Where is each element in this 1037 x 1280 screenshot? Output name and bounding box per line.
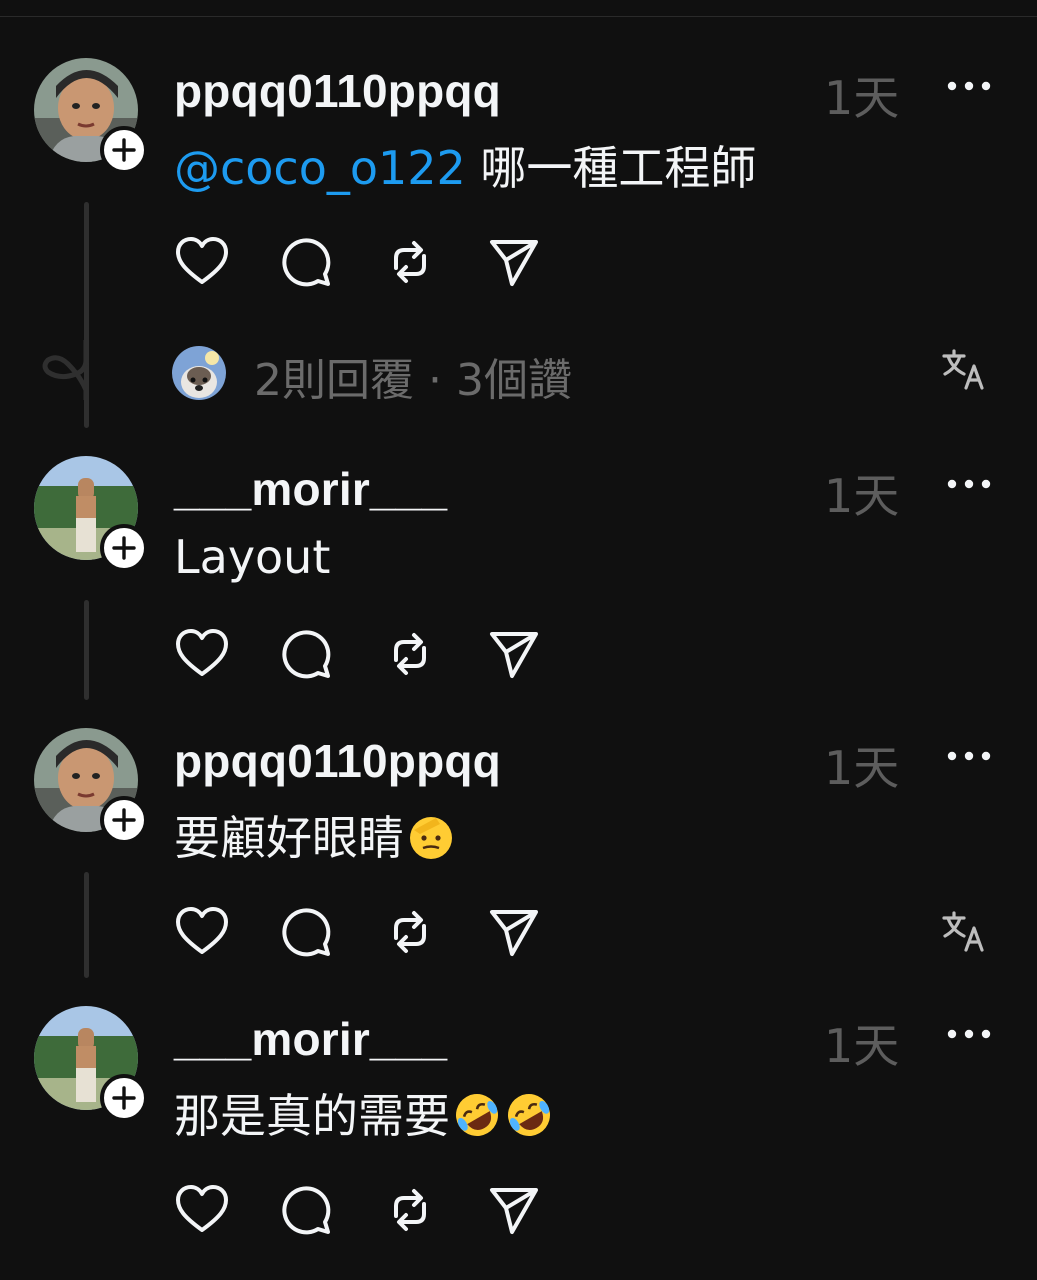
send-icon (490, 1188, 538, 1234)
translate-icon (942, 349, 984, 390)
comment-icon (282, 1186, 331, 1235)
repost-icon (394, 241, 426, 283)
comment-icon (282, 908, 331, 957)
more-icon (947, 1029, 991, 1039)
plus-icon (112, 1086, 136, 1110)
thread-curl-icon (42, 340, 89, 400)
timestamp: 1天 (824, 741, 900, 795)
plus-icon (112, 536, 136, 560)
reply-button[interactable] (276, 902, 336, 962)
repost-icon (394, 633, 426, 675)
heart-icon (176, 237, 228, 284)
plus-icon (112, 808, 136, 832)
plus-icon (112, 138, 136, 162)
comment-body: 哪一種工程師 (465, 141, 757, 195)
send-icon (490, 632, 538, 678)
follow-button[interactable] (100, 524, 148, 572)
timestamp: 1天 (824, 71, 900, 125)
more-icon (947, 81, 991, 91)
more-icon (947, 479, 991, 489)
like-button[interactable] (172, 232, 232, 292)
rolling-on-floor-laughing-emoji (456, 1094, 498, 1136)
replies-likes-summary[interactable]: 2則回覆 · 3個讚 (254, 344, 572, 408)
repost-icon (394, 911, 426, 953)
follow-button[interactable] (100, 796, 148, 844)
reply-button[interactable] (276, 232, 336, 292)
reply-button[interactable] (276, 624, 336, 684)
heart-icon (176, 1185, 228, 1232)
more-button[interactable] (944, 464, 994, 504)
more-button[interactable] (944, 1014, 994, 1054)
comment-text: @coco_o122 哪一種工程師 (174, 132, 756, 198)
comment-text: 那是真的需要 (174, 1080, 554, 1146)
share-button[interactable] (484, 902, 544, 962)
comment-icon (282, 630, 331, 679)
comment-body: 要顧好眼睛 (174, 811, 404, 865)
send-icon (490, 240, 538, 286)
thread-line (84, 872, 89, 978)
comment-body: Layout (174, 530, 331, 584)
repost-button[interactable] (380, 624, 440, 684)
saluting-face-emoji (410, 817, 452, 859)
more-button[interactable] (944, 736, 994, 776)
top-divider (0, 16, 1037, 17)
send-icon (490, 910, 538, 956)
share-button[interactable] (484, 624, 544, 684)
username[interactable]: ___morir___ (174, 1012, 447, 1066)
view-replies-row[interactable]: 2則回覆 · 3個讚 (0, 338, 1037, 408)
like-button[interactable] (172, 902, 232, 962)
username[interactable]: ppqq0110ppqq (174, 734, 501, 788)
like-button[interactable] (172, 624, 232, 684)
repost-icon (394, 1189, 426, 1231)
share-button[interactable] (484, 232, 544, 292)
comment-body: 那是真的需要 (174, 1089, 450, 1143)
translate-button[interactable] (940, 908, 990, 958)
comment-icon (282, 238, 331, 287)
translate-icon (942, 911, 984, 952)
repost-button[interactable] (380, 902, 440, 962)
timestamp: 1天 (824, 1019, 900, 1073)
timestamp: 1天 (824, 469, 900, 523)
username[interactable]: ___morir___ (174, 462, 447, 516)
reply-button[interactable] (276, 1180, 336, 1240)
follow-button[interactable] (100, 126, 148, 174)
rolling-on-floor-laughing-emoji (508, 1094, 550, 1136)
reply-avatar (172, 346, 226, 400)
mention-link[interactable]: @coco_o122 (174, 141, 466, 195)
repost-button[interactable] (380, 232, 440, 292)
more-button[interactable] (944, 66, 994, 106)
heart-icon (176, 629, 228, 676)
comment-text: 要顧好眼睛 (174, 802, 456, 868)
share-button[interactable] (484, 1180, 544, 1240)
comment-text: Layout (174, 530, 330, 584)
thread-line (84, 600, 89, 700)
repost-button[interactable] (380, 1180, 440, 1240)
follow-button[interactable] (100, 1074, 148, 1122)
heart-icon (176, 907, 228, 954)
more-icon (947, 751, 991, 761)
like-button[interactable] (172, 1180, 232, 1240)
translate-button[interactable] (940, 346, 990, 396)
username[interactable]: ppqq0110ppqq (174, 64, 501, 118)
